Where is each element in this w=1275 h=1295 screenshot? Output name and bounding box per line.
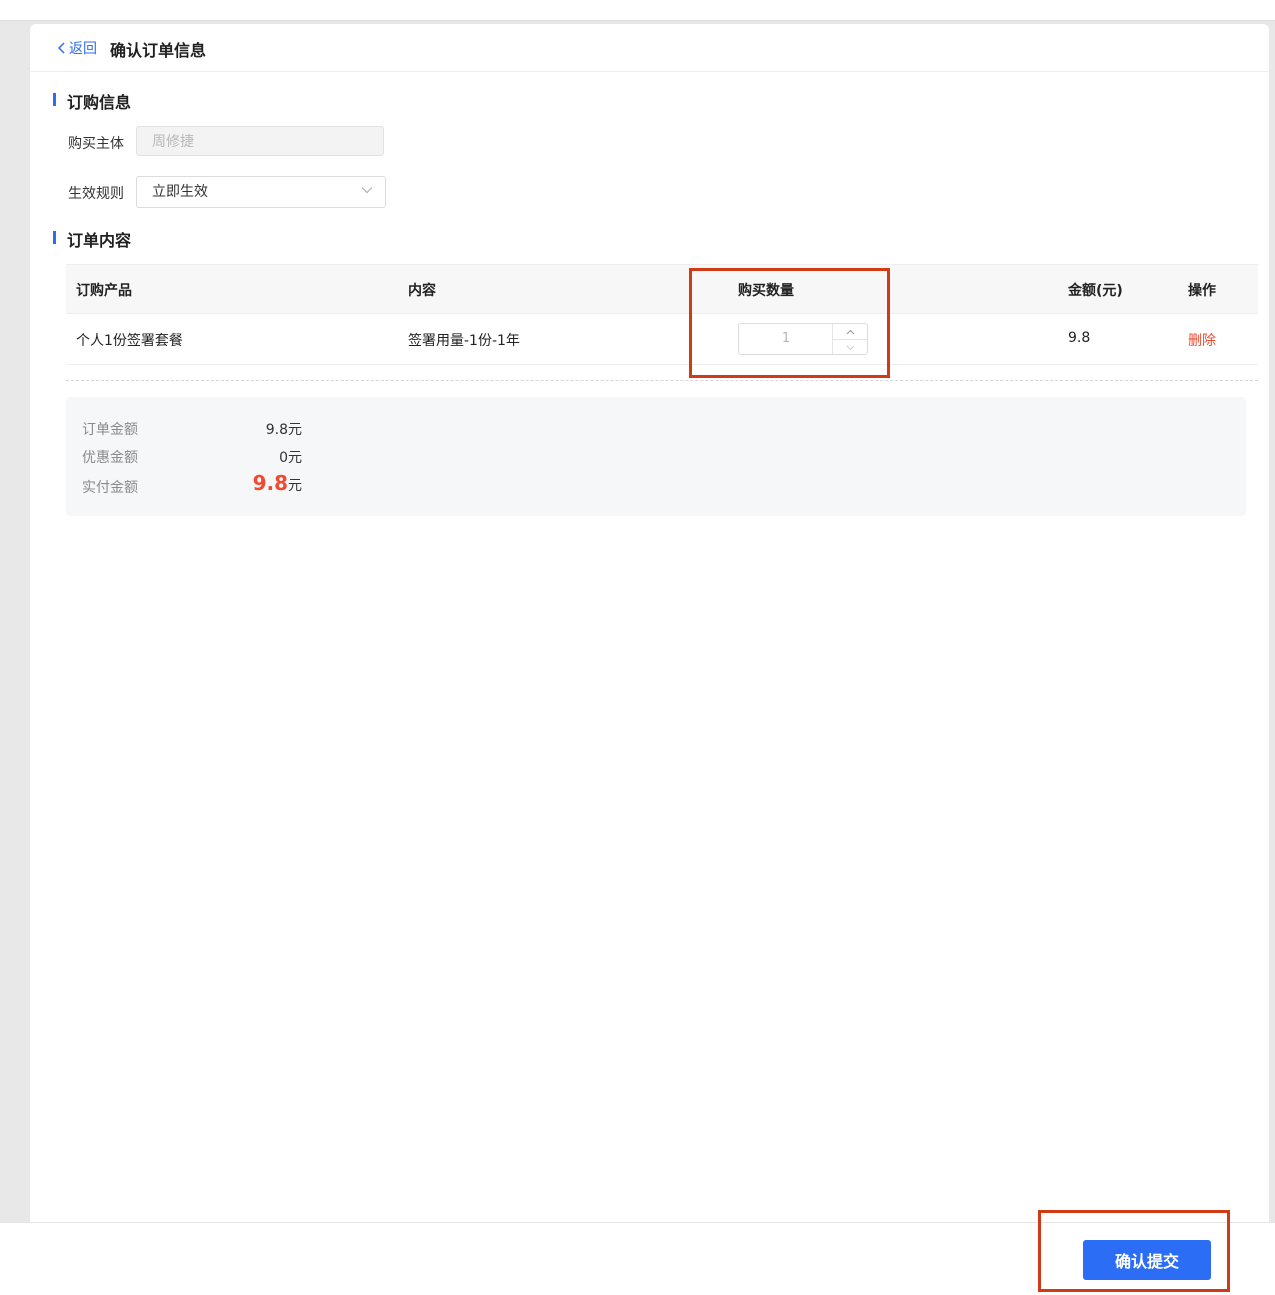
divider [66,380,1258,381]
back-label: 返回 [69,41,97,57]
column-header-action: 操作 [1188,283,1216,299]
back-link[interactable]: 返回 [57,38,97,58]
section-title-order-content: 订单内容 [53,227,131,251]
discount-value: 0元 [279,450,302,466]
page-header: 返回 确认订单信息 [30,24,1269,72]
row-product: 个人1份签署套餐 [76,333,183,349]
column-header-content: 内容 [408,283,436,299]
column-header-product: 订购产品 [76,283,132,299]
paid-value: 9.8 [252,471,288,495]
row-content: 签署用量-1份-1年 [408,333,520,349]
order-table: 订购产品 内容 购买数量 金额(元) 操作 个人1份签署套餐 签署用量-1份-1… [66,264,1258,365]
page-title: 确认订单信息 [110,41,207,60]
paid-unit: 元 [288,478,302,494]
paid-value-group: 9.8元 [253,471,302,495]
paid-label: 实付金额 [82,480,138,496]
order-confirm-card: 返回 确认订单信息 订购信息 购买主体 周修捷 生效规则 立即生效 订单内容 订… [30,24,1269,1224]
rule-select[interactable]: 立即生效 [136,176,386,208]
top-bar [0,0,1275,21]
row-amount: 9.8 [1068,330,1091,346]
section-title-order-info: 订购信息 [53,89,131,113]
delete-button[interactable]: 删除 [1188,330,1216,350]
subject-label: 购买主体 [68,136,124,152]
discount-label: 优惠金额 [82,450,138,466]
highlight-box-quantity [689,268,890,378]
highlight-box-submit [1038,1210,1230,1292]
rule-select-value: 立即生效 [152,184,208,200]
table-header: 订购产品 内容 购买数量 金额(元) 操作 [66,264,1258,314]
chevron-down-icon [361,187,373,194]
column-header-amount: 金额(元) [1068,283,1123,299]
rule-label: 生效规则 [68,186,124,202]
subject-input: 周修捷 [136,126,384,156]
order-amount-value: 9.8元 [265,422,302,438]
order-amount-label: 订单金额 [82,422,138,438]
chevron-left-icon [57,42,65,54]
table-row: 个人1份签署套餐 签署用量-1份-1年 1 9.8 删除 [66,314,1258,365]
order-summary: 订单金额 9.8元 优惠金额 0元 实付金额 9.8元 [66,397,1246,516]
